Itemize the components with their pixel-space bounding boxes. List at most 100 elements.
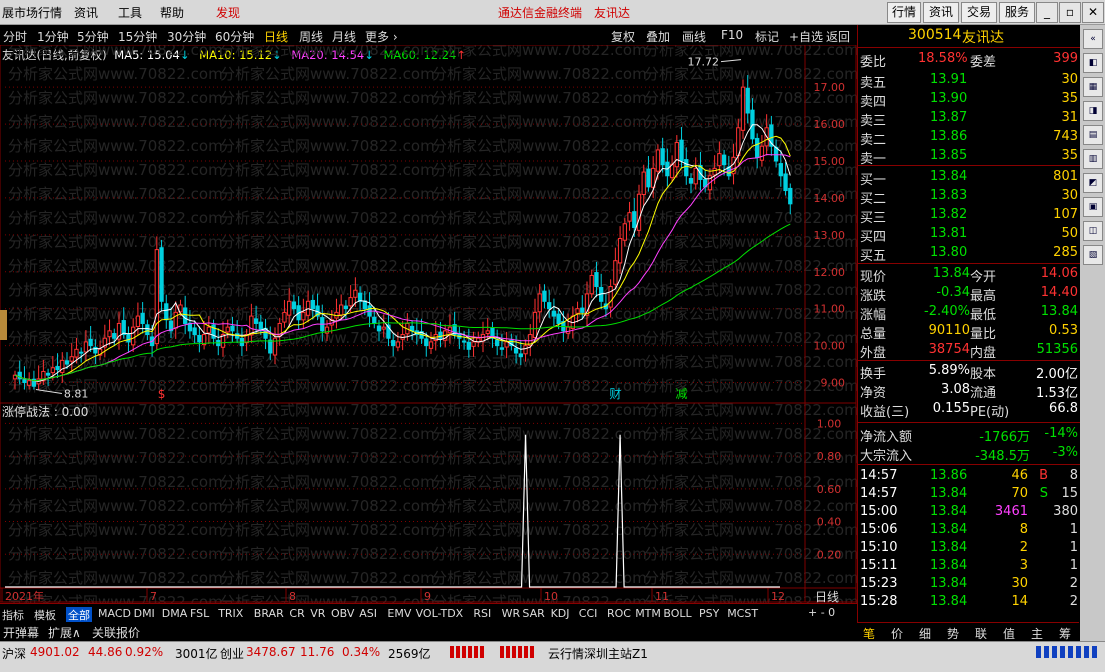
sidebar-button-8[interactable]: ◫ [1083,221,1103,241]
f10-button[interactable]: F10 [721,28,743,42]
indicator-tab-kdj[interactable]: KDJ [551,607,570,620]
sidebar-button-6[interactable]: ◩ [1083,173,1103,193]
indicator-tab-cr[interactable]: CR [289,607,304,620]
back-button[interactable]: 返回 [826,28,850,45]
period-weekly[interactable]: 周线 [299,28,323,45]
menu-market[interactable]: 展市场行情 [2,4,62,21]
candle-body [64,360,70,365]
indicator-tab-macd[interactable]: MACD [98,607,131,620]
right-tab-3[interactable]: 势 [947,625,959,642]
period-daily[interactable]: 日线 [264,28,288,45]
bid-row: 买一 13.84 801 [858,169,1080,188]
indicator-tab-obv[interactable]: OBV [331,607,354,620]
right-tab-1[interactable]: 价 [891,625,903,642]
right-tab-0[interactable]: 笔 [863,625,875,642]
indicator-tab-指标[interactable]: 指标 [2,607,24,623]
right-tab-2[interactable]: 细 [919,625,931,642]
sidebar-button-2[interactable]: ▦ [1083,77,1103,97]
right-tab-6[interactable]: 主 [1031,625,1043,642]
related-quote-button[interactable]: 关联报价 [92,624,140,641]
period-more[interactable]: 更多 › [365,28,398,45]
mark-button[interactable]: 标记 [755,28,779,45]
indicator-tab-boll[interactable]: BOLL [663,607,691,620]
tick-row: 14:57 13.86 46 B 8 [858,468,1080,487]
period-60min[interactable]: 60分钟 [215,28,254,45]
top-quote-button[interactable]: 行情 [887,2,921,23]
indicator-tab-sar[interactable]: SAR [522,607,544,620]
right-tab-7[interactable]: 筹 [1059,625,1071,642]
indicator-tab-brar[interactable]: BRAR [254,607,284,620]
indicator-tab-roc[interactable]: ROC [607,607,631,620]
adjust-button[interactable]: 复权 [611,28,635,45]
watermark-text: 分析家公式网www.70822.com [220,569,435,587]
ask-row: 卖五 13.91 30 [858,72,1080,91]
indicator-tab-mcst[interactable]: MCST [727,607,758,620]
sidebar-button-5[interactable]: ▥ [1083,149,1103,169]
weibi-value: 18.58% [918,51,968,66]
minimize-icon[interactable]: _ [1036,2,1058,23]
indicator-tab-mtm[interactable]: MTM [635,607,661,620]
tick-price: 13.84 [930,504,968,519]
top-service-button[interactable]: 服务 [999,2,1035,23]
sidebar-button-9[interactable]: ▧ [1083,245,1103,265]
indicator-tab-vol-tdx[interactable]: VOL-TDX [416,607,464,620]
sidebar-button-3[interactable]: ◨ [1083,101,1103,121]
candle-body [499,347,505,350]
sidebar-expand-icon[interactable]: « [1083,29,1103,49]
right-tab-4[interactable]: 联 [975,625,987,642]
indicator-tab-psy[interactable]: PSY [699,607,719,620]
sh-label: 沪深 [2,647,27,661]
period-5min[interactable]: 5分钟 [77,28,109,45]
tick-price: 13.84 [930,540,968,555]
restore-icon[interactable]: ▫ [1059,2,1081,23]
period-1min[interactable]: 1分钟 [37,28,69,45]
indicator-tab-trix[interactable]: TRIX [218,607,243,620]
close-icon[interactable]: ✕ [1082,2,1104,23]
period-30min[interactable]: 30分钟 [167,28,206,45]
draw-button[interactable]: 画线 [682,28,706,45]
candle-body [632,211,637,228]
top-news-button[interactable]: 资讯 [923,2,959,23]
menu-help[interactable]: 帮助 [160,4,184,21]
period-15min[interactable]: 15分钟 [118,28,157,45]
candle-body [755,137,760,158]
candle-body [381,326,386,330]
right-tab-5[interactable]: 值 [1003,625,1015,642]
ask-row: 卖四 13.90 35 [858,91,1080,110]
barrage-button[interactable]: 开弹幕 [3,624,39,641]
sidebar-button-1[interactable]: ◧ [1083,53,1103,73]
indicator-tab-vr[interactable]: VR [310,607,325,620]
indicator-tab-全部[interactable]: 全部 [66,607,92,623]
sidebar-button-4[interactable]: ▤ [1083,125,1103,145]
add-watchlist-button[interactable]: +自选 [789,28,823,45]
indicator-tab-dmi[interactable]: DMI [134,607,155,620]
indicator-tab-asi[interactable]: ASI [359,607,377,620]
candle-body [655,149,661,172]
ask-label: 卖二 [860,133,887,148]
zoom-controls[interactable]: + - 0 [808,606,835,619]
indicator-tab-dma[interactable]: DMA [162,607,188,620]
overlay-button[interactable]: 叠加 [646,28,670,45]
sidebar-button-7[interactable]: ▣ [1083,197,1103,217]
top-trade-button[interactable]: 交易 [961,2,997,23]
indicator-tab-fsl[interactable]: FSL [190,607,209,620]
period-monthly[interactable]: 月线 [332,28,356,45]
candle-body [353,289,358,298]
expand-button[interactable]: 扩展∧ [48,624,81,641]
watermark-text: 分析家公式网www.70822.com [220,401,435,419]
candle-body [684,159,689,177]
indicator-tab-emv[interactable]: EMV [387,607,411,620]
side-expand-icon[interactable] [0,310,7,340]
indicator-tab-wr[interactable]: WR [502,607,521,620]
kline-chart[interactable]: 分析家公式网www.70822.com分析家公式网www.70822.com分析… [0,45,857,603]
tick-row: 15:10 13.84 2 1 [858,540,1080,559]
indicator-tab-rsi[interactable]: RSI [473,607,491,620]
bid-label: 买三 [860,211,887,226]
indicator-tab-cci[interactable]: CCI [579,607,598,620]
candle-body [268,339,273,354]
indicator-tab-模板[interactable]: 模板 [34,607,56,623]
menu-news[interactable]: 资讯 [74,4,98,21]
menu-tools[interactable]: 工具 [118,4,142,21]
period-fenshi[interactable]: 分时 [3,28,27,45]
menu-discover[interactable]: 发现 [216,4,240,21]
